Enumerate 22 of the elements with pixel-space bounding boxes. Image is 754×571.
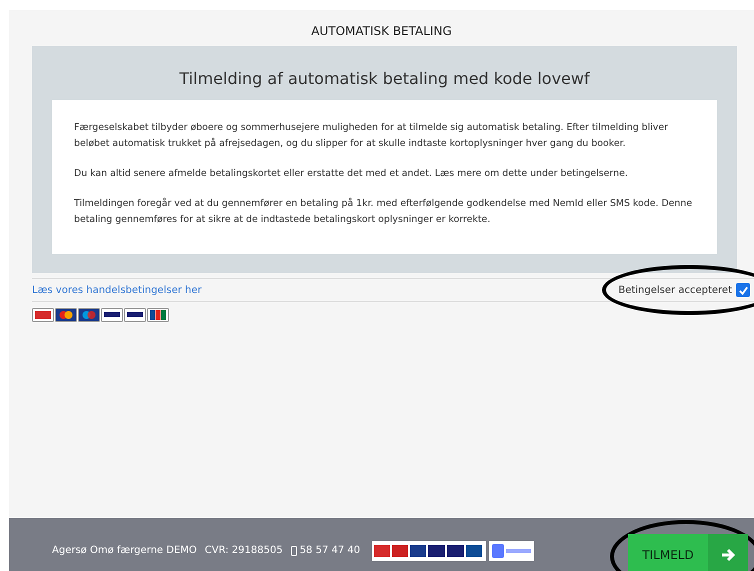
phone-number: 58 57 47 40 xyxy=(300,545,360,556)
accept-checkbox[interactable] xyxy=(736,283,750,297)
terms-link[interactable]: Læs vores handelsbetingelser her xyxy=(32,284,202,296)
card-logo-icon xyxy=(124,308,146,322)
card-logo-icon xyxy=(101,308,123,322)
phone-icon xyxy=(290,546,297,556)
section-title: AUTOMATISK BETALING xyxy=(310,24,453,40)
card-logo-icon xyxy=(78,308,100,322)
checkmark-icon xyxy=(738,284,748,296)
register-button[interactable]: TILMELD xyxy=(628,534,748,571)
checkbox-label: Betingelser accepteret xyxy=(618,284,732,296)
company-name: Agersø Omø færgerne DEMO xyxy=(52,545,197,556)
info-paragraph: Tilmeldingen foregår ved at du gennemfører en betaling på 1kr. med efterfølgende godkendelse med NemId eller SMS kode. Denne betaling gennemføres for at sikre at de indtastede betalingskort oplysninger er korrekte. xyxy=(74,196,694,227)
arrow-right-icon xyxy=(720,546,736,562)
info-paragraph: Du kan altid senere afmelde betalingskortet eller erstatte det med et andet. Læs mere om dette under betingelserne. xyxy=(74,167,629,181)
card-logo-icon xyxy=(55,308,77,322)
cvr-number: CVR: 29188505 xyxy=(204,545,283,556)
card-logo-icon xyxy=(32,308,54,322)
card-logo-icon xyxy=(147,308,169,322)
payment-logos-icon xyxy=(372,540,534,560)
info-title: Tilmelding af automatisk betaling med kode lovewf xyxy=(178,69,591,88)
info-paragraph: Færgeselskabet tilbyder øboere og sommerhusejere muligheden for at tilmelde sig automatisk betaling. Efter tilmelding bliver beløbet automatisk trukket på afrejsedagen, og du slipper for at skulle indtaste kortoplysninger hver gang du booker. xyxy=(74,121,669,151)
